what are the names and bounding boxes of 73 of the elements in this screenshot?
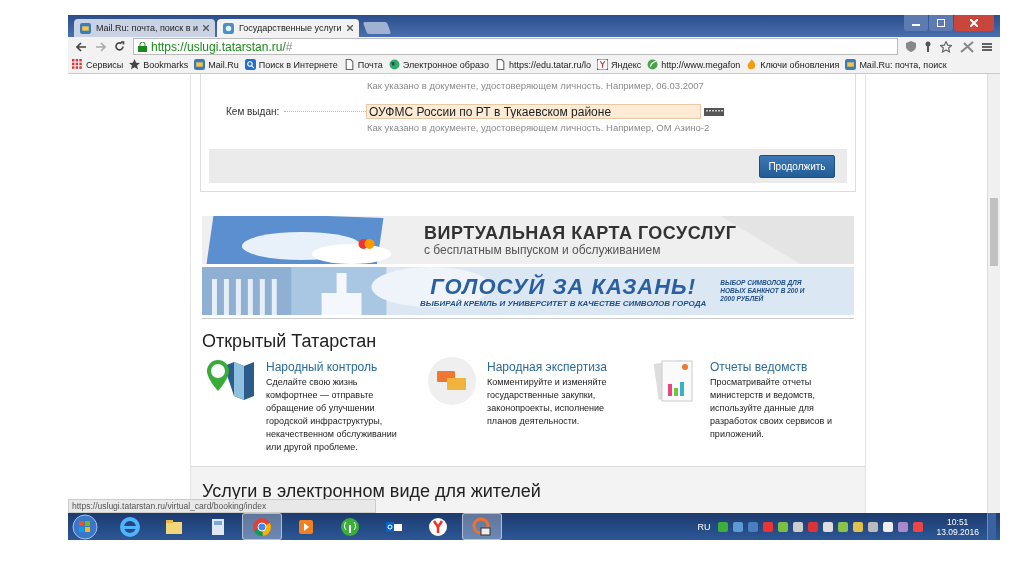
reload-icon[interactable] bbox=[114, 41, 125, 52]
globe-icon bbox=[388, 59, 400, 70]
envelope-icon bbox=[80, 22, 91, 34]
maximize-button[interactable] bbox=[929, 15, 953, 31]
mail-client-icon[interactable] bbox=[472, 516, 492, 537]
chrome-icon[interactable] bbox=[252, 516, 272, 537]
start-button[interactable] bbox=[72, 513, 98, 540]
section-description: Просматривайте отчеты министерств и ведомств, используйте данные для разработок своих сервисов и приложений. bbox=[710, 376, 833, 441]
browser-tab[interactable]: Государственные услуги bbox=[217, 19, 359, 37]
bookmark-item[interactable]: Поиск в Интернете bbox=[244, 59, 338, 70]
status-url: https://uslugi.tatarstan.ru/virtual_card/booking/index bbox=[68, 499, 376, 513]
lock-icon bbox=[138, 41, 147, 52]
address-field[interactable]: https://uslugi.tatarstan.ru/# bbox=[133, 38, 898, 55]
section-description: Комментируйте и изменяйте государственные закупки, законопроекты, исполнение планов деятельности. bbox=[487, 376, 608, 428]
section-link[interactable]: Народный контроль bbox=[266, 360, 400, 374]
emblem-icon bbox=[223, 22, 235, 34]
banner[interactable]: ВИРТУАЛЬНАЯ КАРТА ГОСУСЛУГ с бесплатным выпуском и обслуживанием bbox=[202, 216, 854, 264]
field-label: Кем выдан: bbox=[226, 106, 281, 117]
bookmark-item[interactable]: Mail.Ru: почта, поиск bbox=[845, 59, 947, 70]
bookmark-item[interactable]: Яндекс bbox=[596, 59, 642, 70]
y-letter-icon[interactable] bbox=[428, 516, 448, 537]
bookmark-item[interactable]: Bookmarks bbox=[129, 59, 189, 70]
field-hint: Как указано в документе, удостоверяющем личность. Например, ОМ Азино-2 bbox=[367, 122, 711, 133]
flame-icon bbox=[746, 59, 758, 70]
maximize-icon bbox=[937, 19, 945, 27]
bookmark-item[interactable]: Mail.Ru bbox=[194, 59, 239, 70]
bookmark-item[interactable]: Сервисы bbox=[72, 59, 124, 70]
chat-bubbles-icon bbox=[427, 356, 477, 406]
keyboard-icon[interactable] bbox=[704, 107, 724, 116]
bookmark-item[interactable]: https://edu.tatar.ru/lo bbox=[494, 59, 591, 70]
bookmark-item[interactable]: http://www.megafon bbox=[647, 59, 741, 70]
page-icon bbox=[494, 59, 506, 70]
section-link[interactable]: Отчеты ведомств bbox=[710, 360, 844, 374]
antenna-icon[interactable] bbox=[340, 516, 360, 537]
clock[interactable]: 10:51 13.09.2016 bbox=[936, 516, 979, 537]
bookmark-item[interactable]: Электронное образо bbox=[388, 59, 489, 70]
browser-e-icon[interactable] bbox=[120, 516, 140, 537]
continue-button[interactable]: Продолжить bbox=[759, 154, 835, 178]
scrollbar[interactable] bbox=[987, 74, 1000, 513]
new-tab-button[interactable] bbox=[362, 22, 391, 34]
letter-icon bbox=[596, 59, 608, 70]
close-icon bbox=[970, 19, 978, 27]
banner-subtitle: с бесплатным выпуском и обслуживанием bbox=[424, 243, 662, 257]
banner-subtitle: ВЫБИРАЙ КРЕМЛЬ И УНИВЕРСИТЕТ В КАЧЕСТВЕ СИМВОЛОВ ГОРОДА bbox=[420, 298, 707, 308]
section-heading: Открытый Татарстан bbox=[202, 331, 378, 352]
language-indicator[interactable]: RU bbox=[697, 521, 711, 532]
page-icon bbox=[343, 59, 355, 70]
close-icon[interactable] bbox=[203, 25, 210, 31]
section-description: Сделайте свою жизнь комфортнее — отправьте обращение об улучшении городской инфраструктуры, некачественном обслуживании или другой проблеме. bbox=[266, 376, 398, 454]
close-icon[interactable] bbox=[346, 25, 353, 31]
browser-tab[interactable]: Mail.Ru: почта, поиск в и bbox=[74, 19, 216, 37]
shield-icon[interactable] bbox=[906, 41, 916, 52]
leaf-icon bbox=[647, 59, 659, 70]
bookmark-item[interactable]: Почта bbox=[343, 59, 383, 70]
star-icon bbox=[129, 59, 141, 70]
field-hint: Как указано в документе, удостоверяющем личность. Например, 06.03.2007 bbox=[367, 80, 705, 91]
section-heading: Услуги в электронном виде для жителей bbox=[202, 481, 542, 502]
minimize-button[interactable] bbox=[904, 15, 928, 31]
banner-title: ГОЛОСУЙ ЗА КАЗАНЬ! bbox=[430, 274, 696, 299]
extension-icon[interactable] bbox=[960, 40, 974, 53]
envelope-icon bbox=[845, 59, 857, 70]
back-icon[interactable] bbox=[76, 41, 87, 52]
issued-by-field[interactable]: ОУФМС России по РТ в Тукаевском районе bbox=[366, 104, 701, 119]
bookmark-item[interactable]: Ключи обновления bbox=[746, 59, 840, 70]
envelope-icon bbox=[194, 59, 206, 70]
close-button[interactable] bbox=[954, 15, 994, 31]
search-icon bbox=[244, 59, 256, 70]
key-icon[interactable] bbox=[924, 41, 932, 52]
apps-grid-icon bbox=[72, 59, 83, 70]
section-link[interactable]: Народная экспертиза bbox=[487, 360, 621, 374]
menu-icon[interactable] bbox=[982, 41, 992, 52]
star-icon[interactable] bbox=[940, 40, 952, 53]
banner-title: ВИРТУАЛЬНАЯ КАРТА ГОСУСЛУГ bbox=[424, 223, 737, 243]
